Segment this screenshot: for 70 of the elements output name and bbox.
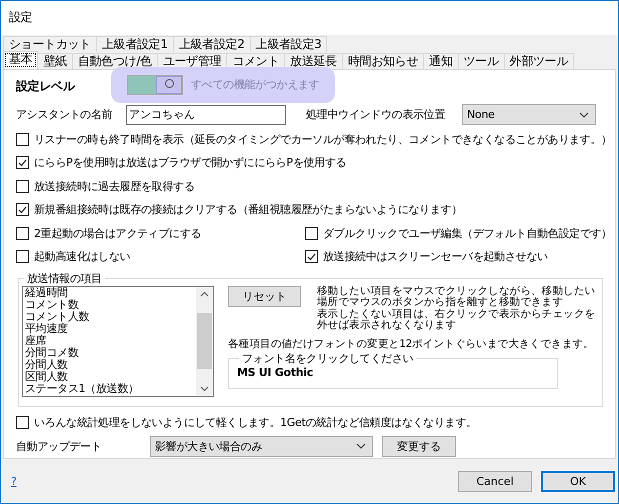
- list-item[interactable]: 区間人数: [25, 370, 196, 383]
- tab[interactable]: 上級者設定1: [96, 36, 174, 52]
- list-item[interactable]: 座席: [25, 334, 196, 347]
- checkbox[interactable]: [16, 203, 29, 216]
- list-item[interactable]: 平均速度: [25, 322, 196, 335]
- tab[interactable]: 上級者設定2: [172, 36, 251, 52]
- name-label: アシスタントの名前: [16, 107, 114, 122]
- list-item[interactable]: ステータス1（放送数）: [25, 382, 196, 395]
- chevron-down-icon: [579, 112, 589, 118]
- update-dropdown[interactable]: 影響が大きい場合のみ: [150, 436, 373, 457]
- level-description: すべての機能がつかえます: [191, 77, 320, 92]
- tab[interactable]: 自動色つけ/色: [72, 52, 158, 69]
- list-item[interactable]: 分間コメ数: [25, 346, 196, 359]
- reset-button[interactable]: リセット: [228, 286, 301, 307]
- position-dropdown[interactable]: None: [462, 104, 596, 126]
- tab[interactable]: ショートカット: [3, 36, 97, 52]
- checkbox[interactable]: [16, 132, 29, 146]
- help-text: 場所でマウスのボタンから指を離すと移動できます: [317, 297, 564, 308]
- checkbox[interactable]: [16, 250, 29, 264]
- list-item[interactable]: 経過時間: [25, 286, 196, 299]
- tab[interactable]: ユーザ管理: [156, 52, 228, 69]
- tab[interactable]: 基本: [3, 50, 38, 69]
- tab[interactable]: コメント: [226, 52, 286, 69]
- tab[interactable]: 上級者設定3: [250, 36, 328, 52]
- option-label: 放送接続時に過去履歴を取得する: [34, 178, 195, 194]
- dialog-button[interactable]: OK: [541, 470, 615, 492]
- checkbox[interactable]: [305, 250, 318, 264]
- level-label: 設定レベル: [16, 78, 76, 96]
- option-label: いろんな統計処理をしないようにして軽くします。1Getの統計など信頼度はなくなります。: [34, 414, 477, 430]
- help-text: 外せば表示されなくなります: [317, 320, 458, 332]
- scrollbar[interactable]: [196, 286, 213, 396]
- option-label: ダブルクリックでユーザ編集（デフォルト自動色設定です）: [323, 226, 612, 241]
- tab[interactable]: 壁紙: [37, 52, 73, 69]
- font-name[interactable]: MS UI Gothic: [237, 366, 313, 379]
- tab[interactable]: 外部ツール: [504, 52, 574, 69]
- font-note: 各種項目の値だけフォントの変更と12ポイントぐらいまで大きくできます。: [228, 336, 595, 351]
- group-title: 放送情報の項目: [26, 270, 103, 286]
- checkbox[interactable]: [16, 156, 29, 170]
- chevron-up-icon[interactable]: [200, 290, 209, 297]
- tab[interactable]: 時間お知らせ: [342, 52, 424, 69]
- option-label: にららPを使用時は放送はブラウザで開かずににららPを使用する: [34, 155, 346, 170]
- tab[interactable]: 通知: [423, 52, 459, 69]
- window-title: 設定: [9, 9, 32, 26]
- help-link[interactable]: ?: [11, 474, 449, 488]
- list-item[interactable]: コメント数: [25, 298, 196, 311]
- help-text: 表示したくない項目は、右クリックで表示からチェックを: [317, 308, 596, 320]
- tab[interactable]: 放送延長: [284, 52, 343, 69]
- checkbox[interactable]: [16, 416, 29, 429]
- font-group-title: フォント名をクリックしてください: [241, 350, 414, 366]
- option-label: 新規番組接続時は既存の接続はクリアする（番組視聴履歴がたまらないようになります）: [34, 202, 462, 218]
- chevron-down-icon[interactable]: [200, 386, 209, 392]
- name-input[interactable]: アンコちゃん: [126, 104, 286, 125]
- dialog-button[interactable]: Cancel: [458, 470, 532, 492]
- level-toggle[interactable]: [127, 74, 183, 95]
- option-label: 放送接続中はスクリーンセーバを起動させない: [323, 249, 548, 264]
- checkbox[interactable]: [16, 180, 29, 193]
- list-item[interactable]: 分間人数: [25, 358, 196, 371]
- option-label: 起動高速化はしない: [34, 249, 130, 264]
- items-list[interactable]: 経過時間 コメント数 コメント人数 平均速度 座席 分間コメ数 分間人数 区間人数 ステータス1（放送数）: [22, 286, 214, 397]
- option-label: 2重起動の場合はアクティブにする: [34, 226, 202, 241]
- list-item[interactable]: コメント人数: [25, 310, 196, 323]
- checkbox[interactable]: [305, 226, 318, 240]
- update-label: 自動アップデート: [16, 438, 103, 454]
- position-label: 処理中ウインドウの表示位置: [306, 107, 446, 122]
- help-text: 移動したい項目をマウスでクリックしながら、移動したい: [317, 286, 596, 297]
- chevron-down-icon: [356, 443, 366, 450]
- change-button[interactable]: 変更する: [382, 436, 456, 457]
- checkbox[interactable]: [16, 226, 29, 240]
- option-label: リスナーの時も終了時間を表示（延長のタイミングでカーソルが奪われたり、コメントできなくなることがあります。）: [34, 132, 612, 147]
- tab[interactable]: ツール: [458, 52, 505, 69]
